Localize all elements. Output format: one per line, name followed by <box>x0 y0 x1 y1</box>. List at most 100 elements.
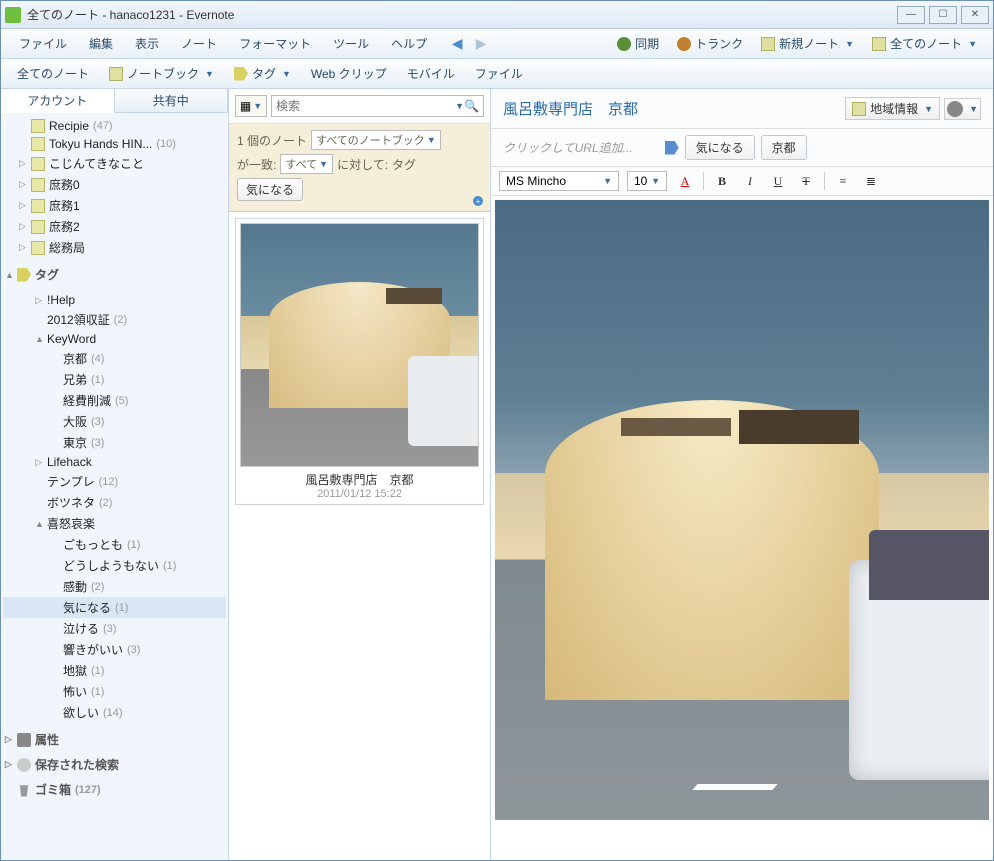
tab-account[interactable]: アカウント <box>1 89 115 113</box>
italic-button[interactable]: I <box>740 171 760 191</box>
notebook-item[interactable]: Recipie(47) <box>3 117 226 135</box>
tag-item[interactable]: 東京(3) <box>3 432 226 453</box>
section-saved-search[interactable]: ▷保存された検索 <box>1 752 228 777</box>
notebook-icon <box>31 178 45 192</box>
section-trash[interactable]: ゴミ箱(127) <box>1 777 228 802</box>
tag-item[interactable]: 感動(2) <box>3 576 226 597</box>
trunk-button[interactable]: トランク <box>669 32 751 55</box>
tag-icon <box>17 268 31 282</box>
menu-format[interactable]: フォーマット <box>229 32 321 55</box>
filter-all-notes[interactable]: 全てのノート <box>9 62 97 85</box>
tag-item[interactable]: 気になる(1) <box>3 597 226 618</box>
bold-button[interactable]: B <box>712 171 732 191</box>
notebook-item[interactable]: Tokyu Hands HIN...(10) <box>3 135 226 153</box>
tag-icon <box>665 141 679 155</box>
tab-shared[interactable]: 共有中 <box>115 89 229 112</box>
add-filter-icon[interactable]: + <box>468 191 484 207</box>
filter-match-select[interactable]: すべて▼ <box>280 154 333 174</box>
view-mode-button[interactable]: ▦▼ <box>235 95 267 117</box>
tag-item[interactable]: ▲KeyWord <box>3 330 226 348</box>
underline-button[interactable]: U <box>768 171 788 191</box>
nav-forward-icon[interactable]: ▶ <box>471 34 491 54</box>
search-input[interactable]: ▼ 🔍 <box>271 95 484 117</box>
search-icon[interactable]: 🔍 <box>464 99 479 113</box>
section-tags[interactable]: ▲タグ <box>1 262 228 287</box>
notebook-item[interactable]: ▷こじんてきなこと <box>3 153 226 174</box>
menu-help[interactable]: ヘルプ <box>381 32 437 55</box>
list-button[interactable]: ≣ <box>861 171 881 191</box>
tag-item[interactable]: 2012領収証(2) <box>3 309 226 330</box>
strikethrough-button[interactable]: T <box>796 171 816 191</box>
section-attributes[interactable]: ▷属性 <box>1 727 228 752</box>
url-field[interactable]: クリックしてURL追加... <box>503 139 633 156</box>
window-title: 全てのノート - hanaco1231 - Evernote <box>27 6 897 23</box>
filter-webclip[interactable]: Web クリップ <box>303 62 395 85</box>
svg-text:+: + <box>476 197 481 206</box>
tag-item[interactable]: 欲しい(14) <box>3 702 226 723</box>
filter-tag[interactable]: タグ▼ <box>226 62 299 85</box>
menu-tools[interactable]: ツール <box>323 32 379 55</box>
tag-item[interactable]: ごもっとも(1) <box>3 534 226 555</box>
filter-file[interactable]: ファイル <box>467 62 531 85</box>
notebook-item[interactable]: ▷庶務0 <box>3 174 226 195</box>
all-notes-button[interactable]: 全てのノート▼ <box>864 32 985 55</box>
tag-item[interactable]: 響きがいい(3) <box>3 639 226 660</box>
tag-item[interactable]: 経費削減(5) <box>3 390 226 411</box>
menu-file[interactable]: ファイル <box>9 32 77 55</box>
close-button[interactable]: ✕ <box>961 6 989 24</box>
note-tag-chip[interactable]: 気になる <box>685 135 755 160</box>
filter-notebook[interactable]: ノートブック▼ <box>101 62 222 85</box>
menu-note[interactable]: ノート <box>171 32 227 55</box>
notebook-selector[interactable]: 地域情報▼ <box>845 97 940 120</box>
filter-tag-chip[interactable]: 気になる <box>237 178 303 201</box>
globe-icon <box>947 101 963 117</box>
note-title[interactable]: 風呂敷専門店 京都 <box>503 98 841 119</box>
tag-item[interactable]: 地獄(1) <box>3 660 226 681</box>
font-family-select[interactable]: MS Mincho▼ <box>499 171 619 191</box>
tag-item[interactable]: 泣ける(3) <box>3 618 226 639</box>
tag-item[interactable]: どうしようもない(1) <box>3 555 226 576</box>
notebook-item[interactable]: ▷庶務1 <box>3 195 226 216</box>
sync-button[interactable]: 同期 <box>609 32 667 55</box>
menu-edit[interactable]: 編集 <box>79 32 123 55</box>
note-card[interactable]: 風呂敷専門店 京都 2011/01/12 15:22 <box>235 218 484 505</box>
font-size-select[interactable]: 10▼ <box>627 171 667 191</box>
chevron-down-icon: ▼ <box>845 39 854 49</box>
share-button[interactable]: ▼ <box>944 98 981 120</box>
chevron-down-icon[interactable]: ▼ <box>455 101 464 111</box>
notebook-icon <box>31 220 45 234</box>
notebook-item[interactable]: ▷総務局 <box>3 237 226 258</box>
tag-item[interactable]: 怖い(1) <box>3 681 226 702</box>
tag-item[interactable]: 大阪(3) <box>3 411 226 432</box>
tag-item[interactable]: ▲喜怒哀楽 <box>3 513 226 534</box>
align-button[interactable]: ≡ <box>833 171 853 191</box>
note-body[interactable] <box>491 196 993 860</box>
notebook-icon <box>31 241 45 255</box>
filter-mobile[interactable]: モバイル <box>399 62 463 85</box>
filter-against-label: に対して: <box>337 156 388 173</box>
filter-notebook-select[interactable]: すべてのノートブック▼ <box>311 130 441 150</box>
note-list-panel: ▦▼ ▼ 🔍 1 個のノート すべてのノートブック▼ が一致: すべて▼ に対し… <box>229 89 491 860</box>
menu-view[interactable]: 表示 <box>125 32 169 55</box>
notebook-icon <box>31 199 45 213</box>
maximize-button[interactable]: ☐ <box>929 6 957 24</box>
minimize-button[interactable]: — <box>897 6 925 24</box>
new-note-icon <box>761 37 775 51</box>
font-color-button[interactable]: A <box>675 171 695 191</box>
tag-item[interactable]: 兄弟(1) <box>3 369 226 390</box>
tag-item[interactable]: テンプレ(12) <box>3 471 226 492</box>
filter-match-label: が一致: <box>237 156 276 173</box>
search-field[interactable] <box>276 99 453 113</box>
notebook-icon <box>31 119 45 133</box>
tag-item[interactable]: ボツネタ(2) <box>3 492 226 513</box>
tag-item[interactable]: ▷!Help <box>3 291 226 309</box>
tag-item[interactable]: ▷Lifehack <box>3 453 226 471</box>
note-image <box>495 200 989 820</box>
sidebar: アカウント 共有中 Recipie(47)Tokyu Hands HIN...(… <box>1 89 229 860</box>
nav-back-icon[interactable]: ◀ <box>447 34 467 54</box>
new-note-button[interactable]: 新規ノート▼ <box>753 32 862 55</box>
note-tag-chip[interactable]: 京都 <box>761 135 807 160</box>
format-toolbar: MS Mincho▼ 10▼ A B I U T ≡ ≣ <box>491 167 993 196</box>
tag-item[interactable]: 京都(4) <box>3 348 226 369</box>
notebook-item[interactable]: ▷庶務2 <box>3 216 226 237</box>
